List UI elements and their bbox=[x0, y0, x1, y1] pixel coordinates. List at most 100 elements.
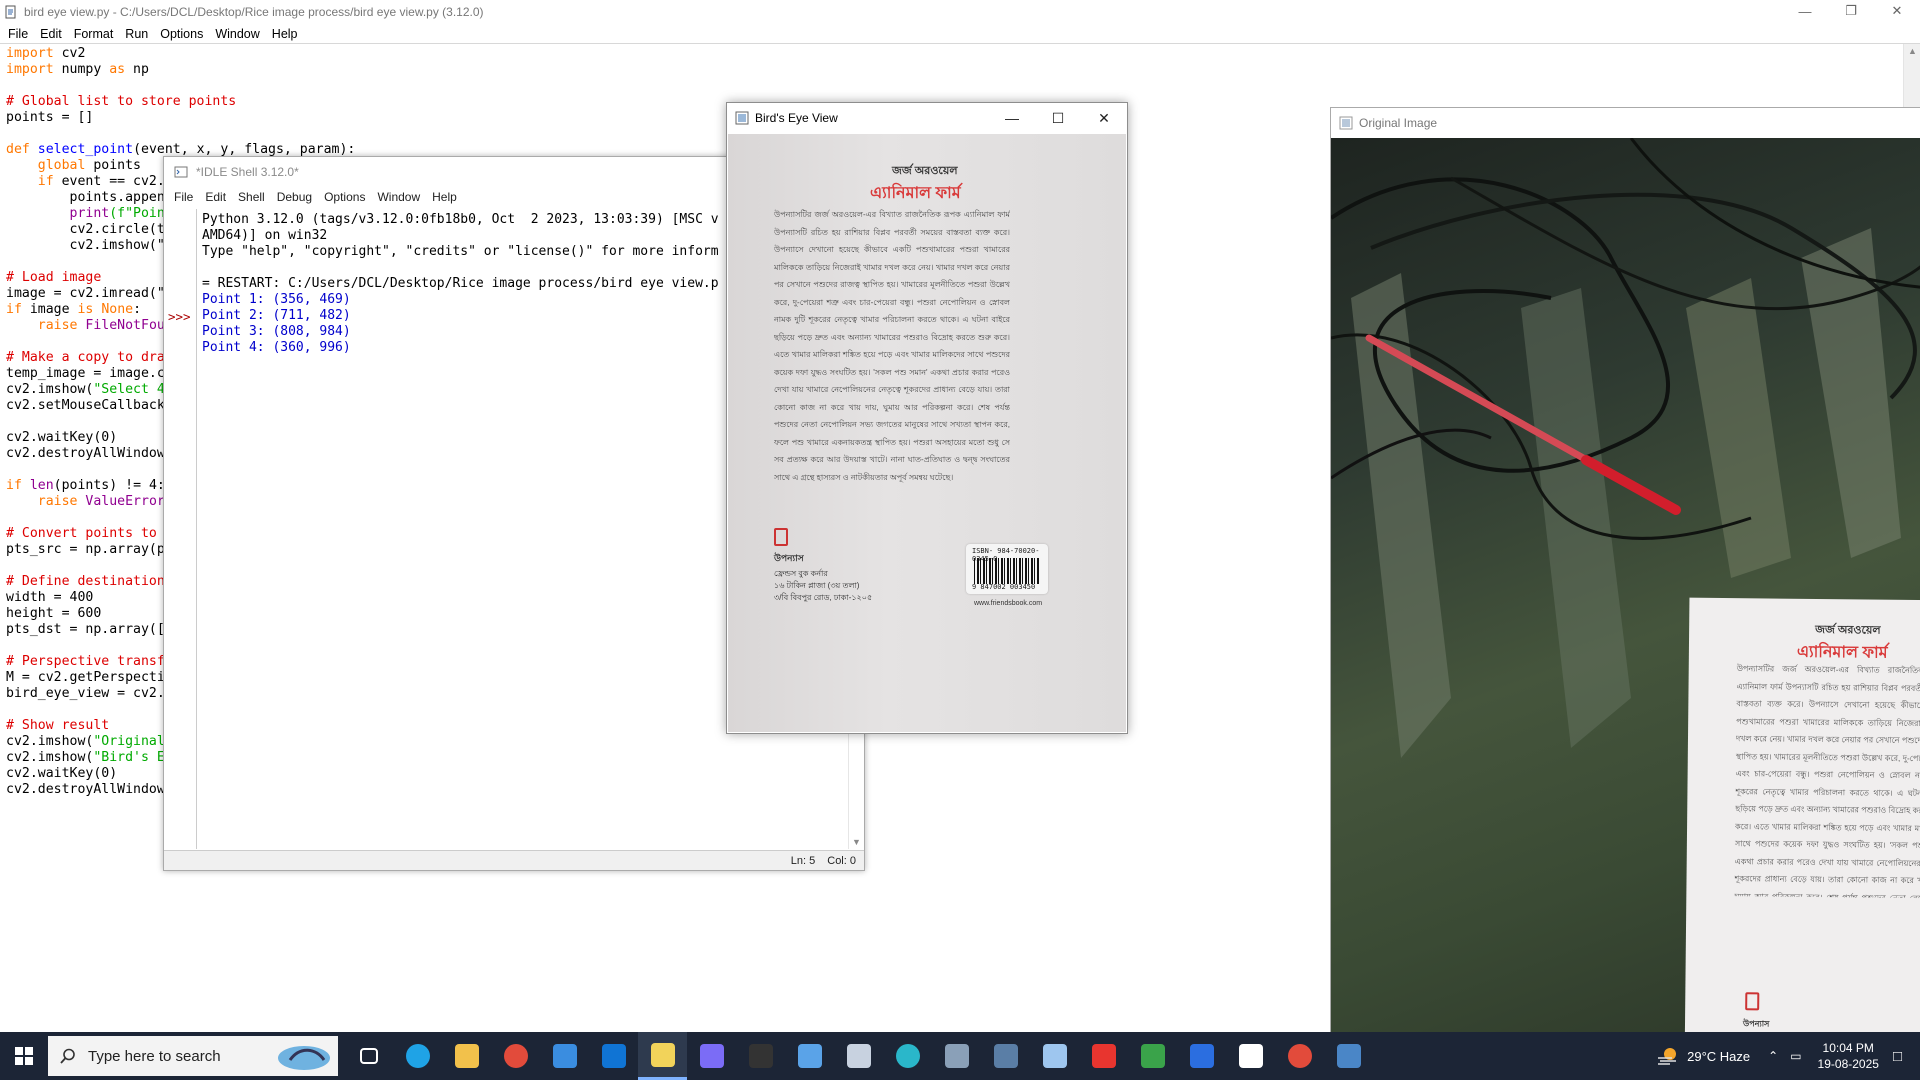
code-token: cv2.imshow( bbox=[6, 750, 94, 765]
idle-editor-icon bbox=[650, 1042, 675, 1067]
battery-icon[interactable]: ▭ bbox=[1790, 1049, 1801, 1063]
start-button[interactable] bbox=[0, 1032, 48, 1080]
taskbar-search[interactable]: Type here to search bbox=[48, 1036, 338, 1076]
orig-book-genre: উপন্যাস bbox=[1742, 1019, 1770, 1029]
status-line: Ln: 5 bbox=[790, 854, 816, 867]
chrome-2-icon bbox=[1287, 1044, 1312, 1068]
code-token: cv2.destroyAllWindow bbox=[6, 446, 165, 461]
code-token: ValueError bbox=[85, 494, 165, 509]
code-token: # Perspective transf bbox=[6, 654, 165, 669]
shell-statusbar: Ln: 5 Col: 0 bbox=[164, 850, 864, 870]
editor-menubar: File Edit Format Run Options Window Help bbox=[0, 24, 1920, 44]
taskbar-app-task-view[interactable] bbox=[344, 1032, 393, 1080]
editor-menu-run[interactable]: Run bbox=[119, 27, 154, 41]
keyboard-icon bbox=[846, 1044, 871, 1068]
shell-menu-help[interactable]: Help bbox=[426, 190, 463, 204]
taskbar-app-outlook[interactable] bbox=[589, 1032, 638, 1080]
editor-menu-format[interactable]: Format bbox=[68, 27, 120, 41]
book-price: ১৬ টাকিন প্লাজা (৩য় তলা) bbox=[774, 581, 860, 590]
minimize-button[interactable]: — bbox=[989, 105, 1035, 131]
taskbar-app-python-idle[interactable] bbox=[1324, 1032, 1373, 1080]
scroll-up-icon[interactable]: ▲ bbox=[1908, 46, 1917, 56]
editor-menu-window[interactable]: Window bbox=[209, 27, 265, 41]
code-token: raise bbox=[37, 494, 78, 509]
restore-button[interactable]: ❐ bbox=[1828, 0, 1874, 22]
shell-prompt-gutter: >>> bbox=[164, 209, 197, 849]
close-button[interactable]: ✕ bbox=[1081, 105, 1127, 131]
code-token: # Load image bbox=[6, 270, 102, 285]
code-token: if bbox=[6, 302, 22, 317]
shell-menu-options[interactable]: Options bbox=[318, 190, 371, 204]
shell-menu-shell[interactable]: Shell bbox=[232, 190, 271, 204]
taskbar-app-chrome[interactable] bbox=[491, 1032, 540, 1080]
taskbar-app-window-app[interactable] bbox=[1226, 1032, 1275, 1080]
taskbar-app-notepad[interactable] bbox=[785, 1032, 834, 1080]
orig-book-author: জর্জ অরওয়েল bbox=[1815, 623, 1881, 637]
taskbar-app-chrome-2[interactable] bbox=[1275, 1032, 1324, 1080]
editor-menu-file[interactable]: File bbox=[2, 27, 34, 41]
shell-menu-window[interactable]: Window bbox=[371, 190, 426, 204]
clock-date: 19-08-2025 bbox=[1817, 1057, 1879, 1071]
original-image[interactable]: জর্জ অরওয়েল এ্যানিমাল ফার্ম উপন্যাসটির … bbox=[1331, 138, 1920, 1038]
editor-menu-edit[interactable]: Edit bbox=[34, 27, 68, 41]
close-button[interactable]: ✕ bbox=[1874, 0, 1920, 22]
minimize-button[interactable]: — bbox=[1782, 0, 1828, 22]
taskbar-app-snipping[interactable] bbox=[736, 1032, 785, 1080]
taskbar-app-edge[interactable] bbox=[393, 1032, 442, 1080]
taskbar-app-anydesk[interactable] bbox=[1079, 1032, 1128, 1080]
book-blurb: উপন্যাসটির জর্জ অরওয়েল-এর বিখ্যাত রাজনৈ… bbox=[774, 210, 1010, 482]
book-website: www.friendsbook.com bbox=[974, 600, 1043, 607]
taskbar-app-infinity-app[interactable] bbox=[883, 1032, 932, 1080]
shell-menu-edit[interactable]: Edit bbox=[199, 190, 232, 204]
clock[interactable]: 10:04 PM 19-08-2025 bbox=[1818, 1040, 1879, 1072]
scroll-down-icon[interactable]: ▼ bbox=[852, 837, 861, 847]
taskbar-app-copilot[interactable] bbox=[687, 1032, 736, 1080]
windows-logo-icon bbox=[15, 1047, 33, 1065]
edge-icon bbox=[405, 1044, 430, 1068]
code-token: as bbox=[109, 62, 126, 77]
taskbar-app-remote-desktop[interactable] bbox=[981, 1032, 1030, 1080]
code-token: cv2.setMouseCallback bbox=[6, 398, 165, 413]
taskbar-app-bug-app[interactable] bbox=[932, 1032, 981, 1080]
birds-eye-view-window: Bird's Eye View — ☐ ✕ জর্জ অরওয়েল এ্যান… bbox=[726, 102, 1128, 734]
notification-icon[interactable]: □ bbox=[1893, 1048, 1902, 1065]
remote-desktop-icon bbox=[993, 1044, 1018, 1068]
code-token: # Convert points to bbox=[6, 526, 165, 541]
store-icon bbox=[552, 1044, 577, 1068]
weather-text: 29°C Haze bbox=[1687, 1048, 1751, 1064]
taskbar-app-image-viewer[interactable] bbox=[1030, 1032, 1079, 1080]
code-token: print bbox=[69, 206, 110, 221]
code-line: import numpy as np bbox=[6, 62, 355, 78]
shell-menu-debug[interactable]: Debug bbox=[271, 190, 318, 204]
weather-widget[interactable]: 29°C Haze bbox=[1657, 1046, 1750, 1066]
taskbar-app-file-explorer[interactable] bbox=[442, 1032, 491, 1080]
code-token: points bbox=[85, 158, 141, 173]
orig-publisher-logo-icon bbox=[1745, 992, 1760, 1011]
shell-menu-file[interactable]: File bbox=[168, 190, 199, 204]
window-app-icon bbox=[1238, 1044, 1263, 1068]
idle-shell-icon bbox=[174, 166, 188, 178]
editor-menu-options[interactable]: Options bbox=[154, 27, 209, 41]
image-viewer-icon bbox=[1042, 1044, 1067, 1068]
taskbar-app-r-app[interactable] bbox=[1177, 1032, 1226, 1080]
editor-menu-help[interactable]: Help bbox=[266, 27, 304, 41]
taskbar-app-pycharm-like[interactable] bbox=[1128, 1032, 1177, 1080]
taskbar-app-idle-editor[interactable] bbox=[638, 1032, 687, 1080]
code-token: height = 600 bbox=[6, 606, 102, 621]
taskbar-app-keyboard[interactable] bbox=[834, 1032, 883, 1080]
code-token: cv2.imshow(" bbox=[6, 238, 165, 253]
infinity-app-icon bbox=[895, 1044, 920, 1068]
maximize-button[interactable]: ☐ bbox=[1035, 105, 1081, 131]
orig-titlebar[interactable]: Original Image bbox=[1331, 108, 1920, 138]
taskbar: Type here to search 29°C Haze ⌃ ▭ 10:04 … bbox=[0, 1032, 1920, 1080]
system-tray: 29°C Haze ⌃ ▭ 10:04 PM 19-08-2025 □ bbox=[1657, 1032, 1920, 1080]
code-token: "Bird's E bbox=[93, 750, 165, 765]
code-token: global bbox=[37, 158, 86, 173]
chevron-up-icon[interactable]: ⌃ bbox=[1768, 1049, 1778, 1063]
editor-titlebar[interactable]: bird eye view.py - C:/Users/DCL/Desktop/… bbox=[0, 0, 1920, 24]
taskbar-app-store[interactable] bbox=[540, 1032, 589, 1080]
